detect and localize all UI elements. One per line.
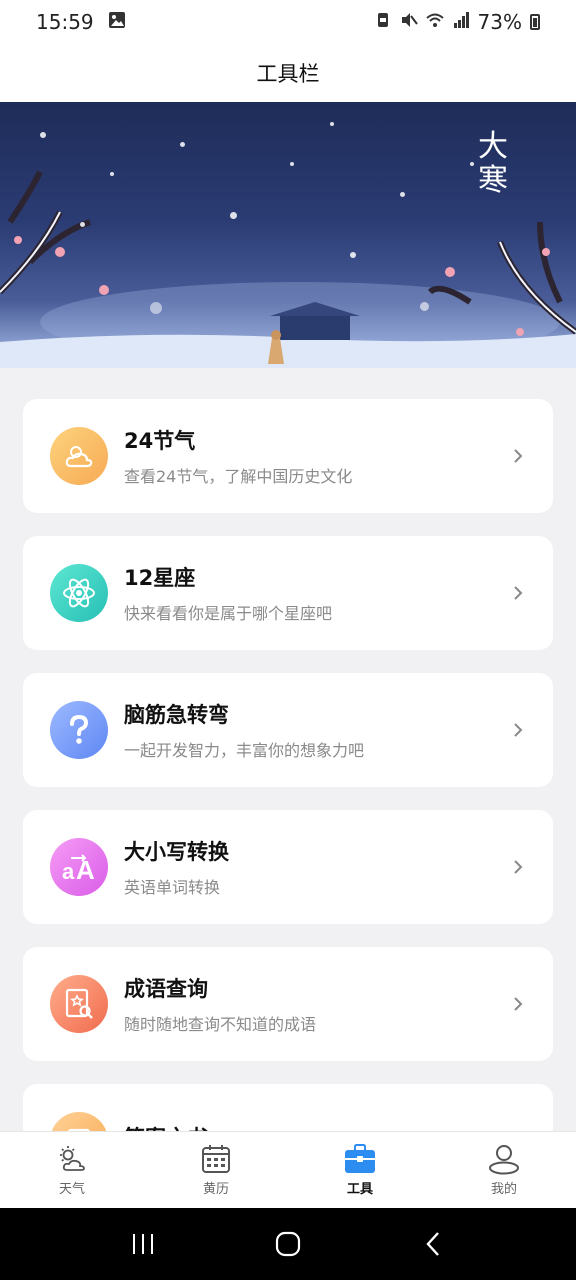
tool-card-zodiac[interactable]: 12星座 快来看看你是属于哪个星座吧 bbox=[23, 536, 553, 650]
nav-label: 我的 bbox=[490, 1182, 517, 1197]
tool-description: 英语单词转换 bbox=[124, 878, 221, 897]
tool-card-riddles[interactable]: 脑筋急转弯 一起开发智力，丰富你的想象力吧 bbox=[23, 673, 553, 787]
question-icon bbox=[50, 701, 108, 759]
home-button[interactable] bbox=[268, 1224, 308, 1264]
tool-title: 成语查询 bbox=[124, 977, 208, 1001]
tool-title: 24节气 bbox=[124, 429, 196, 453]
battery-percent: 73% bbox=[477, 10, 522, 34]
tool-title: 脑筋急转弯 bbox=[124, 703, 229, 727]
tool-card-solar-terms[interactable]: 24节气 查看24节气，了解中国历史文化 bbox=[23, 399, 553, 513]
profile-icon bbox=[489, 1145, 519, 1175]
status-time: 15:59 bbox=[36, 10, 94, 34]
tool-title: 12星座 bbox=[124, 566, 196, 590]
toolbox-icon bbox=[345, 1144, 375, 1173]
wifi-icon bbox=[425, 10, 444, 34]
nav-label: 黄历 bbox=[202, 1182, 229, 1197]
svg-text:a: a bbox=[62, 859, 75, 884]
nav-label: 天气 bbox=[58, 1182, 85, 1197]
case-convert-icon: aA bbox=[50, 838, 108, 896]
system-nav-bar bbox=[0, 1208, 576, 1280]
chevron-right-icon bbox=[514, 997, 523, 1011]
back-button[interactable] bbox=[413, 1224, 453, 1264]
back-icon bbox=[426, 1232, 440, 1256]
recent-apps-icon bbox=[132, 1234, 153, 1254]
nav-tab-tools[interactable]: 工具 bbox=[288, 1132, 432, 1208]
tool-description: 快来看看你是属于哪个星座吧 bbox=[124, 604, 333, 623]
bottom-nav: 天气 黄历 工具 我的 bbox=[0, 1131, 576, 1208]
book-search-icon bbox=[50, 975, 108, 1033]
tool-description: 随时随地查询不知道的成语 bbox=[124, 1015, 317, 1034]
nav-tab-almanac[interactable]: 黄历 bbox=[144, 1132, 288, 1208]
tool-description: 查看24节气，了解中国历史文化 bbox=[124, 467, 353, 486]
chevron-right-icon bbox=[514, 586, 523, 600]
mute-icon bbox=[400, 10, 418, 34]
status-bar: 15:59 73% bbox=[0, 0, 576, 44]
gallery-notification-icon bbox=[108, 10, 126, 34]
weather-icon bbox=[60, 1146, 85, 1171]
recent-apps-button[interactable] bbox=[123, 1224, 163, 1264]
battery-icon bbox=[530, 14, 540, 30]
chevron-right-icon bbox=[514, 723, 523, 737]
tool-card-case-convert[interactable]: aA 大小写转换 英语单词转换 bbox=[23, 810, 553, 924]
banner-image[interactable]: 大寒 bbox=[0, 102, 576, 368]
calendar-icon bbox=[202, 1145, 230, 1173]
atom-icon bbox=[50, 564, 108, 622]
banner-solar-term-text: 大寒 bbox=[478, 129, 508, 198]
home-icon bbox=[275, 1231, 301, 1257]
chevron-right-icon bbox=[514, 449, 523, 463]
nav-tab-weather[interactable]: 天气 bbox=[0, 1132, 144, 1208]
tool-list: 24节气 查看24节气，了解中国历史文化 12星座 快来看看你是属于哪个星座吧 … bbox=[23, 399, 553, 1221]
nav-label: 工具 bbox=[346, 1182, 373, 1197]
tool-card-idiom-search[interactable]: 成语查询 随时随地查询不知道的成语 bbox=[23, 947, 553, 1061]
tool-title: 大小写转换 bbox=[124, 840, 229, 864]
alarm-icon bbox=[374, 10, 392, 34]
app-header: 工具栏 bbox=[0, 44, 576, 102]
chevron-right-icon bbox=[514, 860, 523, 874]
nav-tab-profile[interactable]: 我的 bbox=[432, 1132, 576, 1208]
tool-description: 一起开发智力，丰富你的想象力吧 bbox=[124, 741, 365, 760]
svg-text:A: A bbox=[76, 855, 95, 884]
page-title: 工具栏 bbox=[256, 62, 320, 86]
signal-icon bbox=[452, 10, 470, 34]
weather-cloud-icon bbox=[50, 427, 108, 485]
